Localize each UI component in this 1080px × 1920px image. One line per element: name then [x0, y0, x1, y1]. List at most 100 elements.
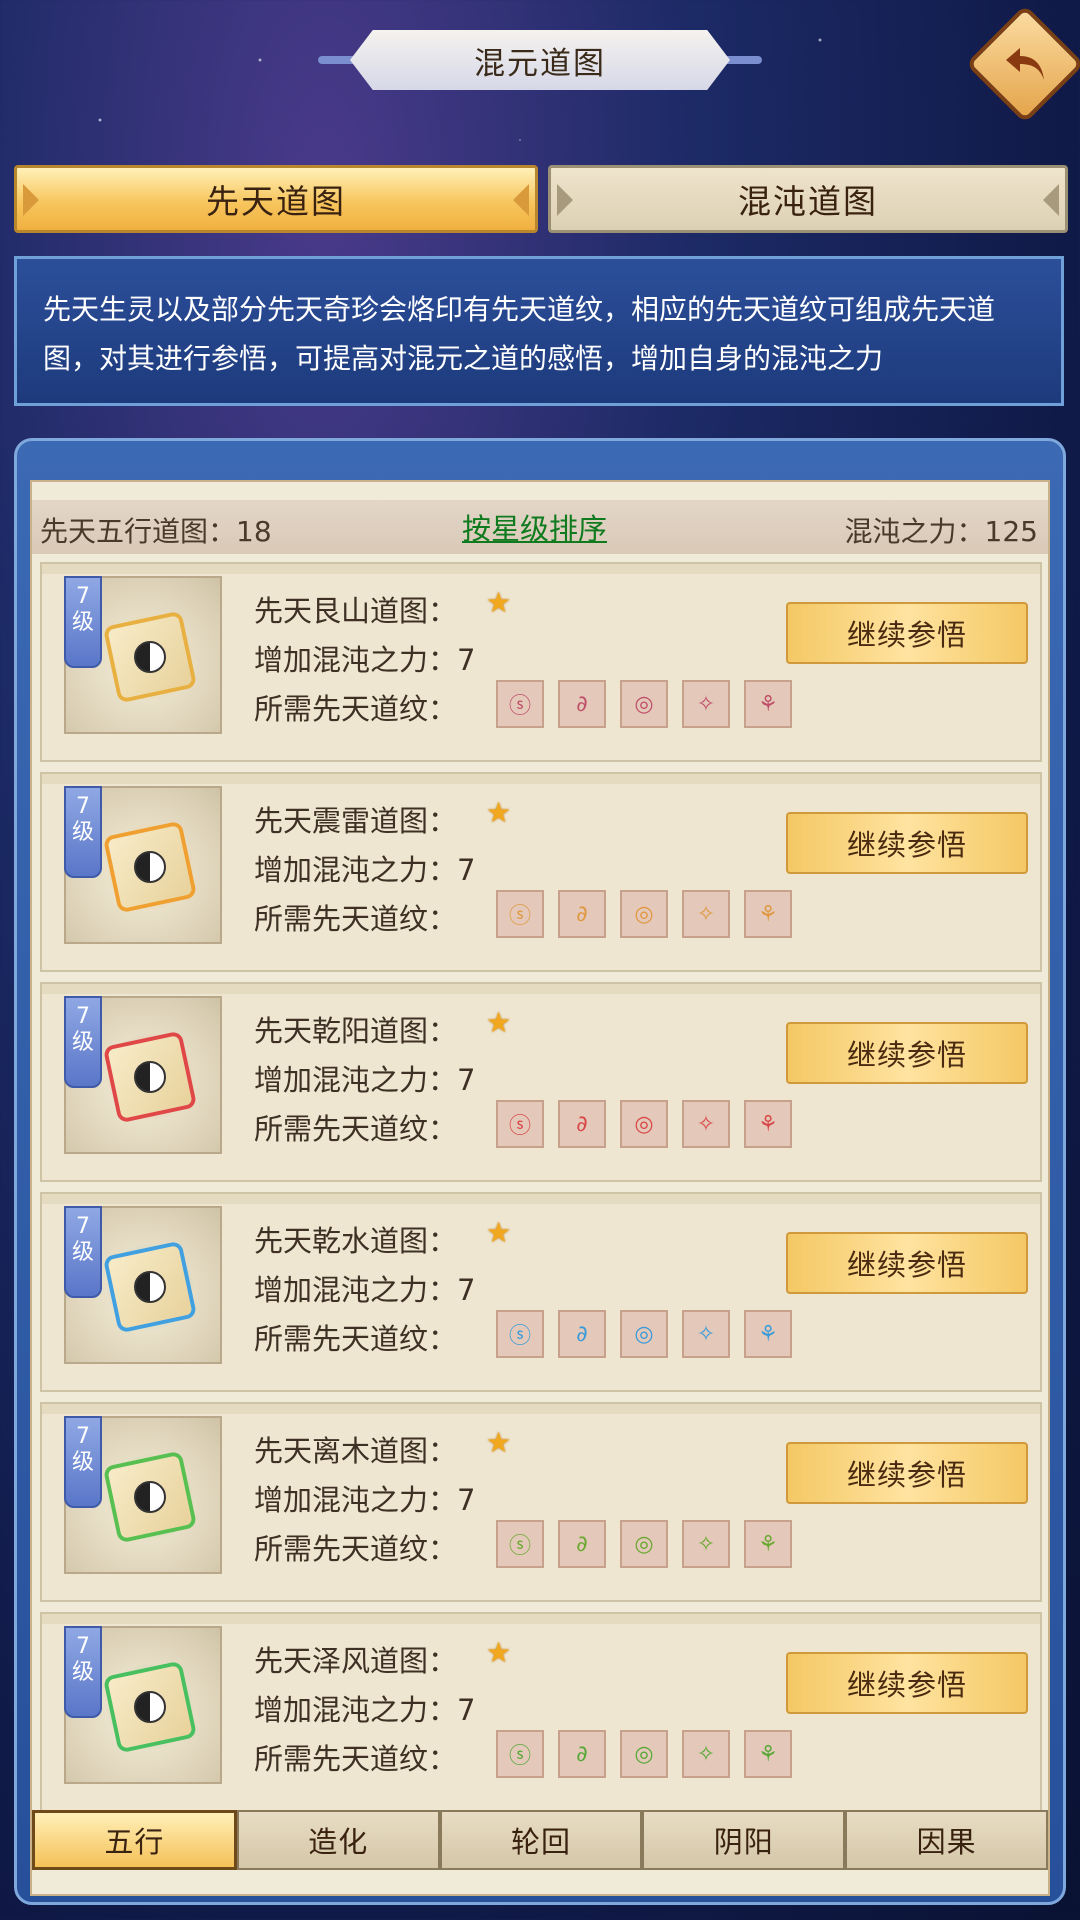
diagram-name: 先天泽风道图：: [254, 1644, 458, 1678]
required-runes-label: 所需先天道纹：: [254, 692, 458, 726]
level-badge: 7级: [64, 1416, 102, 1508]
diagram-name: 先天离木道图：: [254, 1434, 458, 1468]
level-badge: 7级: [64, 996, 102, 1088]
rune-slot[interactable]: ✧: [682, 1520, 730, 1568]
power-bonus: 增加混沌之力：7: [254, 853, 476, 887]
rune-icon: ∂: [576, 1111, 588, 1137]
rune-icon: ✧: [696, 691, 716, 717]
star-icon: ★: [486, 586, 512, 619]
rune-slot[interactable]: ⚘: [744, 1730, 792, 1778]
rune-slot[interactable]: ◎: [620, 1730, 668, 1778]
rune-slot[interactable]: ∂: [558, 1520, 606, 1568]
sort-by-star-link[interactable]: 按星级排序: [462, 506, 607, 548]
rune-icon: ∂: [576, 1321, 588, 1347]
category-tab[interactable]: 因果: [845, 1810, 1048, 1870]
rune-icon: ◎: [634, 901, 654, 927]
rune-icon: ✧: [696, 1321, 716, 1347]
rune-slot[interactable]: ∂: [558, 890, 606, 938]
rune-slot[interactable]: ⚘: [744, 680, 792, 728]
rune-slot[interactable]: ⓢ: [496, 1100, 544, 1148]
rune-slot[interactable]: ∂: [558, 1730, 606, 1778]
required-runes-label: 所需先天道纹：: [254, 1532, 458, 1566]
power-bonus: 增加混沌之力：7: [254, 1273, 476, 1307]
rune-slot[interactable]: ◎: [620, 890, 668, 938]
diagram-card: 7级 先天乾阳道图： ★ 增加混沌之力：7 所需先天道纹： ⓢ ∂ ◎ ✧ ⚘ 继续参悟: [40, 982, 1042, 1182]
rune-icon: ⚘: [758, 901, 778, 927]
rune-slot[interactable]: ⓢ: [496, 1520, 544, 1568]
tab-arrow-left-icon: [557, 184, 573, 216]
power-bonus: 增加混沌之力：7: [254, 1063, 476, 1097]
continue-comprehend-button[interactable]: 继续参悟: [786, 1652, 1028, 1714]
rune-icon: ✧: [696, 1111, 716, 1137]
rune-slot[interactable]: ⓢ: [496, 680, 544, 728]
rune-slot[interactable]: ⚘: [744, 1310, 792, 1358]
category-tab[interactable]: 阴阳: [642, 1810, 846, 1870]
rune-icon: ⓢ: [508, 694, 531, 719]
diagram-thumbnail[interactable]: 7级: [64, 576, 222, 734]
back-button[interactable]: [965, 4, 1080, 124]
rune-slot[interactable]: ◎: [620, 1100, 668, 1148]
rune-slot[interactable]: ∂: [558, 680, 606, 728]
level-badge: 7级: [64, 1206, 102, 1298]
rune-slot[interactable]: ✧: [682, 1730, 730, 1778]
tab-hundun-daotu[interactable]: 混沌道图: [548, 165, 1068, 233]
diagram-name: 先天乾阳道图：: [254, 1014, 458, 1048]
rune-slot[interactable]: ⚘: [744, 890, 792, 938]
diagram-thumbnail[interactable]: 7级: [64, 1416, 222, 1574]
rune-slot[interactable]: ◎: [620, 680, 668, 728]
diagram-card: 7级 先天艮山道图： ★ 增加混沌之力：7 所需先天道纹： ⓢ ∂ ◎ ✧ ⚘ 继续参悟: [40, 562, 1042, 762]
rune-icon: ⓢ: [508, 1744, 531, 1769]
rune-slots: ⓢ ∂ ◎ ✧ ⚘: [496, 1730, 792, 1778]
diagram-list[interactable]: 7级 先天艮山道图： ★ 增加混沌之力：7 所需先天道纹： ⓢ ∂ ◎ ✧ ⚘ 继续参悟…: [32, 562, 1048, 1862]
category-tab[interactable]: 轮回: [439, 1810, 643, 1870]
tab-xiantian-daotu[interactable]: 先天道图: [14, 165, 538, 233]
rune-slot[interactable]: ✧: [682, 680, 730, 728]
rune-icon: ⓢ: [508, 1534, 531, 1559]
continue-comprehend-button[interactable]: 继续参悟: [786, 1442, 1028, 1504]
category-tabs: 五行 造化 轮回 阴阳 因果: [32, 1810, 1048, 1870]
rune-slot[interactable]: ⓢ: [496, 1310, 544, 1358]
rune-slot[interactable]: ◎: [620, 1520, 668, 1568]
continue-comprehend-button[interactable]: 继续参悟: [786, 1022, 1028, 1084]
yinyang-icon: [134, 641, 166, 673]
continue-comprehend-button[interactable]: 继续参悟: [786, 602, 1028, 664]
rune-slot[interactable]: ∂: [558, 1100, 606, 1148]
rune-icon: ◎: [634, 691, 654, 717]
yinyang-icon: [134, 1691, 166, 1723]
required-runes-label: 所需先天道纹：: [254, 902, 458, 936]
category-tab[interactable]: 五行: [32, 1810, 237, 1870]
diagram-name: 先天乾水道图：: [254, 1224, 458, 1258]
continue-comprehend-button[interactable]: 继续参悟: [786, 812, 1028, 874]
rune-slot[interactable]: ✧: [682, 1100, 730, 1148]
rune-slot[interactable]: ◎: [620, 1310, 668, 1358]
rune-slot[interactable]: ✧: [682, 1310, 730, 1358]
power-bonus: 增加混沌之力：7: [254, 643, 476, 677]
rune-icon: ⚘: [758, 1111, 778, 1137]
rune-slot[interactable]: ⚘: [744, 1520, 792, 1568]
rune-slot[interactable]: ✧: [682, 890, 730, 938]
yinyang-icon: [134, 1481, 166, 1513]
star-icon: ★: [486, 1006, 512, 1039]
yinyang-icon: [134, 1061, 166, 1093]
rune-slot[interactable]: ∂: [558, 1310, 606, 1358]
rune-slot[interactable]: ⚘: [744, 1100, 792, 1148]
diagram-thumbnail[interactable]: 7级: [64, 786, 222, 944]
rune-icon: ⚘: [758, 691, 778, 717]
tab-arrow-right-icon: [1043, 184, 1059, 216]
star-icon: ★: [486, 1636, 512, 1669]
diagram-card: 7级 先天震雷道图： ★ 增加混沌之力：7 所需先天道纹： ⓢ ∂ ◎ ✧ ⚘ 继续参悟: [40, 772, 1042, 972]
yinyang-icon: [134, 851, 166, 883]
diagram-thumbnail[interactable]: 7级: [64, 1206, 222, 1364]
rune-icon: ◎: [634, 1111, 654, 1137]
diagram-thumbnail[interactable]: 7级: [64, 996, 222, 1154]
diagram-scroll-icon: [104, 824, 196, 910]
rune-slots: ⓢ ∂ ◎ ✧ ⚘: [496, 1100, 792, 1148]
rune-icon: ∂: [576, 1531, 588, 1557]
diagram-scroll-icon: [104, 1664, 196, 1750]
continue-comprehend-button[interactable]: 继续参悟: [786, 1232, 1028, 1294]
rune-slot[interactable]: ⓢ: [496, 890, 544, 938]
power-bonus: 增加混沌之力：7: [254, 1483, 476, 1517]
diagram-thumbnail[interactable]: 7级: [64, 1626, 222, 1784]
category-tab[interactable]: 造化: [236, 1810, 440, 1870]
rune-slot[interactable]: ⓢ: [496, 1730, 544, 1778]
